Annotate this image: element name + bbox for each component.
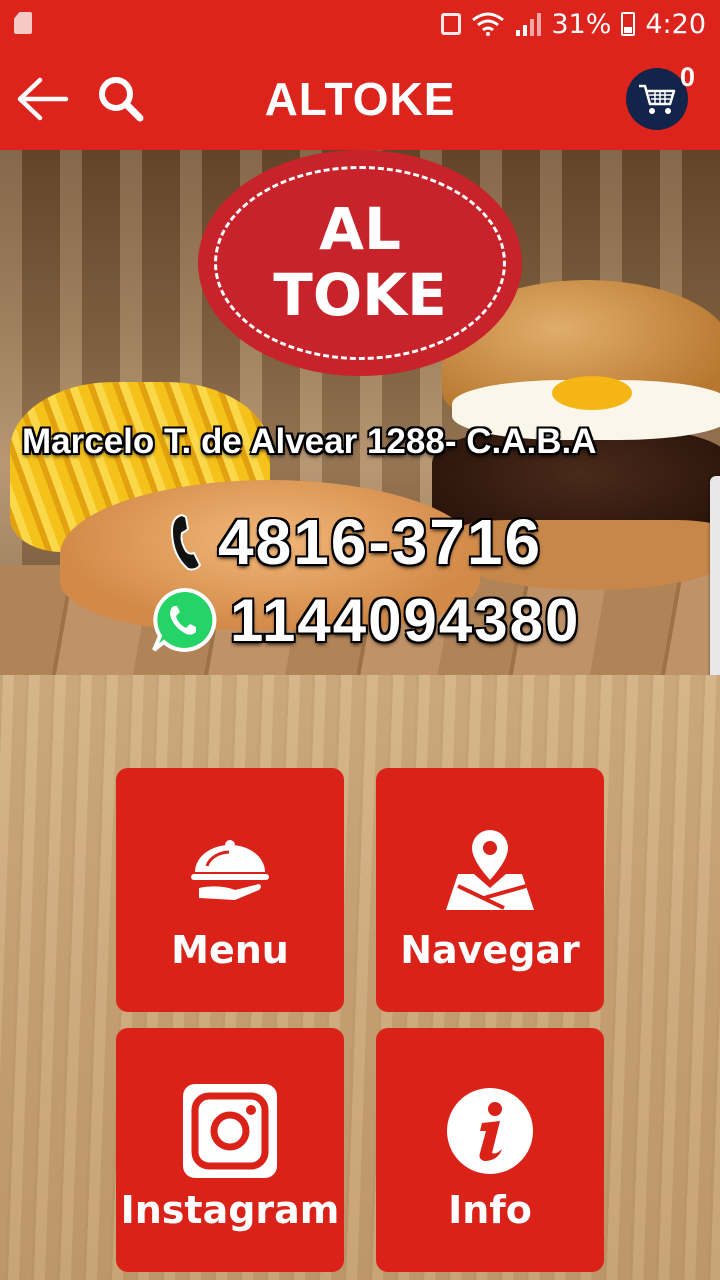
instagram-button[interactable]: Instagram	[116, 1028, 344, 1272]
back-arrow-icon[interactable]	[14, 70, 72, 128]
instagram-label: Instagram	[120, 1188, 340, 1232]
cart-icon	[639, 84, 676, 114]
menu-button[interactable]: Menu	[116, 768, 344, 1012]
app-bar: ALTOKE 0	[0, 48, 720, 150]
info-button[interactable]: Info	[376, 1028, 604, 1272]
info-label: Info	[448, 1188, 532, 1232]
sd-card-icon	[14, 12, 32, 34]
navegar-button[interactable]: Navegar	[376, 768, 604, 1012]
search-icon[interactable]	[94, 72, 148, 126]
phone-row: 4816-3716	[168, 502, 542, 582]
cart-count-badge: 0	[680, 62, 696, 92]
battery-icon	[621, 12, 636, 36]
signal-icon	[516, 13, 542, 36]
whatsapp-icon	[152, 587, 217, 652]
nfc-icon	[441, 13, 462, 35]
navegar-label: Navegar	[400, 928, 580, 972]
whatsapp-number: 1144094380	[230, 586, 581, 654]
restaurant-banner: AL TOKE Marcelo T. de Alvear 1288- C.A.B…	[0, 150, 720, 675]
phone-number: 4816-3716	[218, 506, 543, 578]
battery-percent: 31%	[551, 8, 612, 40]
status-indicators: 31% 4:20	[441, 0, 706, 48]
wood-background	[0, 675, 720, 1280]
map-pin-icon	[444, 826, 536, 916]
instagram-icon	[181, 1084, 279, 1178]
menu-label: Menu	[171, 928, 289, 972]
brand-logo: AL TOKE	[204, 156, 516, 370]
cart-button[interactable]	[626, 68, 688, 130]
address-text: Marcelo T. de Alvear 1288- C.A.B.A	[22, 422, 597, 461]
status-bar: 31% 4:20	[0, 0, 720, 48]
phone-icon	[170, 513, 202, 571]
whatsapp-row: 1144094380	[150, 580, 580, 660]
clock: 4:20	[645, 8, 706, 40]
cloche-icon	[189, 826, 271, 916]
info-icon	[446, 1086, 534, 1176]
wifi-icon	[472, 12, 505, 36]
